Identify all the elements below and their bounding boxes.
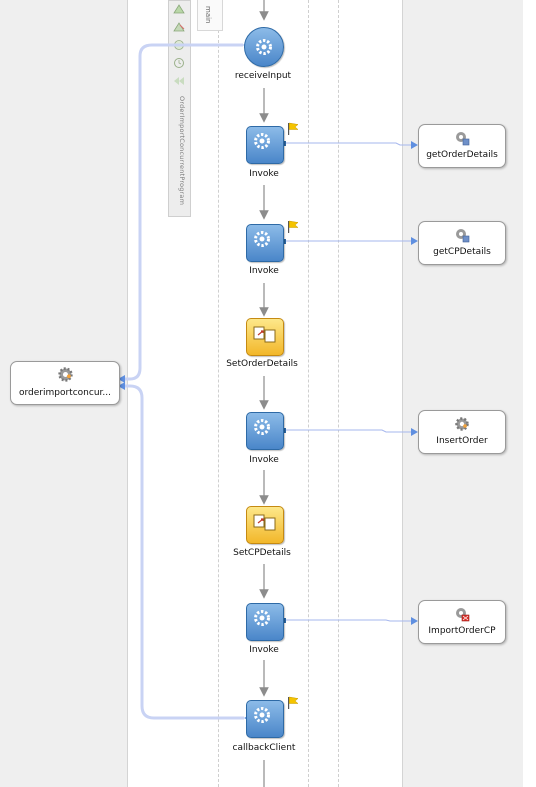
partner-link-label: getCPDetails bbox=[433, 247, 491, 257]
link-insertorder bbox=[284, 429, 414, 433]
partner-link-getcpdetails[interactable]: getCPDetails bbox=[418, 221, 506, 265]
link-importordercp bbox=[284, 619, 414, 622]
partner-link-getorderdetails[interactable]: getOrderDetails bbox=[418, 124, 506, 168]
assign-icon bbox=[253, 514, 276, 531]
gear-icon bbox=[455, 417, 469, 431]
activity-label: Invoke bbox=[249, 455, 279, 465]
receive-link bbox=[118, 43, 243, 381]
invoke-activity-getorderdetails[interactable] bbox=[246, 126, 284, 164]
gear-icon bbox=[254, 610, 270, 626]
flag-icon bbox=[288, 220, 299, 233]
activity-label: Invoke bbox=[249, 266, 279, 276]
client-partner-link[interactable]: orderimportconcur... bbox=[10, 361, 120, 405]
gear-icon bbox=[254, 707, 270, 723]
gear-icon bbox=[256, 39, 272, 55]
invoke-activity-importordercp[interactable] bbox=[246, 603, 284, 641]
assign-activity-setcpdetails[interactable] bbox=[246, 506, 284, 544]
activity-label: SetOrderDetails bbox=[226, 359, 298, 369]
assign-icon bbox=[253, 326, 276, 343]
client-partner-label: orderimportconcur... bbox=[19, 388, 111, 398]
gear-icon bbox=[254, 133, 270, 149]
invoke-activity-getcpdetails[interactable] bbox=[246, 224, 284, 262]
invoke-activity-callbackclient[interactable] bbox=[246, 700, 284, 738]
arrowhead bbox=[411, 617, 418, 625]
activity-label: Invoke bbox=[249, 645, 279, 655]
db-adapter-icon bbox=[456, 132, 470, 146]
gear-icon bbox=[254, 231, 270, 247]
db-error-icon bbox=[456, 608, 470, 622]
invoke-activity-insertorder[interactable] bbox=[246, 412, 284, 450]
partner-link-insertorder[interactable]: InsertOrder bbox=[418, 410, 506, 454]
gear-icon bbox=[58, 367, 73, 382]
arrowhead bbox=[411, 428, 418, 436]
link-getorderdetails bbox=[284, 142, 414, 146]
flag-icon bbox=[288, 122, 299, 135]
activity-label: callbackClient bbox=[232, 743, 296, 753]
arrowhead bbox=[411, 237, 418, 245]
activity-label: receiveInput bbox=[234, 71, 292, 81]
assign-activity-setorderdetails[interactable] bbox=[246, 318, 284, 356]
partner-link-importordercp[interactable]: ImportOrderCP bbox=[418, 600, 506, 644]
arrowhead bbox=[411, 141, 418, 149]
receive-input-activity[interactable] bbox=[244, 27, 284, 67]
partner-links bbox=[118, 43, 244, 720]
activity-label: SetCPDetails bbox=[233, 548, 291, 558]
partner-link-label: getOrderDetails bbox=[426, 150, 498, 160]
partner-link-label: ImportOrderCP bbox=[428, 626, 496, 636]
activity-label: Invoke bbox=[249, 169, 279, 179]
db-adapter-icon bbox=[456, 229, 470, 243]
flag-icon bbox=[288, 696, 299, 709]
partner-link-label: InsertOrder bbox=[436, 436, 488, 446]
gear-icon bbox=[254, 419, 270, 435]
